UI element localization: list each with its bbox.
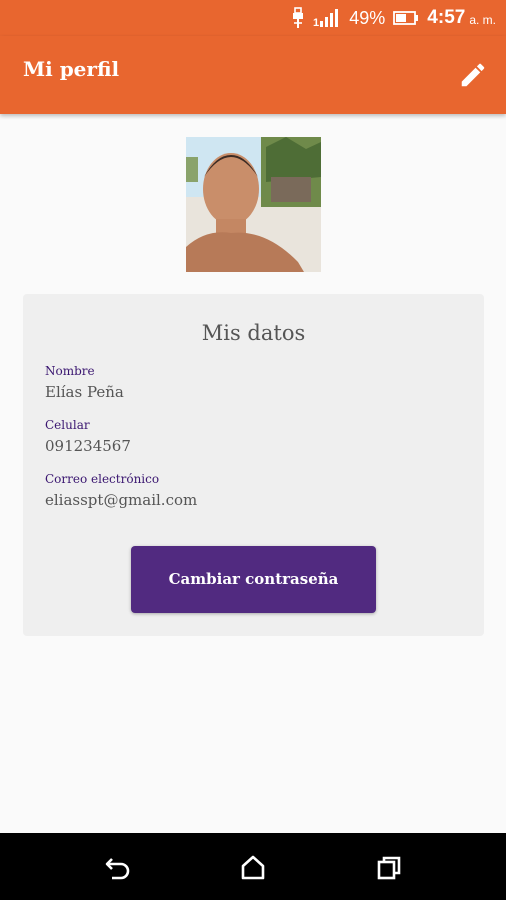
- profile-photo: [186, 137, 321, 272]
- phone-label: Celular: [45, 418, 90, 432]
- pencil-edit-icon: [461, 63, 485, 87]
- status-bar-right: 1 49% 4:57 a. m.: [291, 6, 496, 30]
- back-icon[interactable]: [103, 853, 133, 883]
- name-label: Nombre: [45, 364, 95, 378]
- phone-value: 091234567: [45, 437, 131, 455]
- battery-icon: [393, 11, 419, 25]
- svg-text:1: 1: [313, 17, 319, 28]
- avatar: [186, 137, 321, 272]
- recents-icon[interactable]: [374, 853, 404, 883]
- change-password-button[interactable]: Cambiar contraseña: [131, 546, 376, 613]
- status-bar: 1 49% 4:57 a. m.: [0, 0, 506, 36]
- card-title: Mis datos: [201, 321, 306, 345]
- name-value: Elías Peña: [45, 383, 124, 401]
- page-title: Mi perfil: [23, 57, 120, 81]
- usb-icon: [293, 7, 304, 28]
- home-icon[interactable]: [238, 853, 268, 883]
- profile-card: Mis datos Nombre Elías Peña Celular 0912…: [23, 294, 484, 636]
- email-label: Correo electrónico: [45, 472, 160, 486]
- clock-ampm: a. m.: [469, 13, 496, 27]
- navigation-bar: [0, 833, 506, 900]
- signal-icon: 1: [313, 9, 339, 28]
- battery-percent: 49%: [349, 7, 386, 28]
- clock-time: 4:57: [427, 7, 466, 28]
- edit-profile-button[interactable]: [458, 60, 488, 90]
- email-value: eliasspt@gmail.com: [45, 491, 198, 509]
- app-bar: Mi perfil: [0, 36, 506, 114]
